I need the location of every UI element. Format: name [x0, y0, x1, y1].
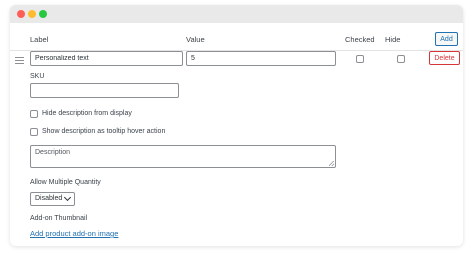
browser-window: Label Value Checked Hide Add Delete SKU …	[10, 5, 463, 246]
option-label-input[interactable]	[30, 51, 183, 66]
show-tooltip-label: Show description as tooltip hover action	[42, 128, 166, 135]
delete-button[interactable]: Delete	[429, 51, 460, 65]
close-window-dot[interactable]	[17, 10, 25, 18]
column-header-value: Value	[186, 35, 205, 44]
column-header-hide: Hide	[385, 35, 401, 44]
add-thumbnail-link[interactable]: Add product add-on image	[30, 229, 118, 238]
chevron-down-icon	[63, 193, 72, 202]
hide-description-label: Hide description from display	[42, 110, 132, 117]
hide-checkbox[interactable]	[397, 55, 405, 63]
resize-grip-icon[interactable]	[329, 161, 334, 166]
hide-description-checkbox[interactable]	[30, 110, 38, 118]
multiple-quantity-selected: Disabled	[35, 195, 63, 202]
minimize-window-dot[interactable]	[28, 10, 36, 18]
thumbnail-label: Add-on Thumbnail	[30, 215, 88, 222]
column-header-checked: Checked	[345, 35, 375, 44]
sku-label: SKU	[30, 73, 45, 80]
add-button[interactable]: Add	[435, 32, 458, 46]
maximize-window-dot[interactable]	[39, 10, 47, 18]
show-tooltip-checkbox[interactable]	[30, 128, 38, 136]
checked-checkbox[interactable]	[356, 55, 364, 63]
sku-input[interactable]	[30, 83, 179, 98]
drag-handle-icon[interactable]	[15, 57, 24, 64]
multiple-quantity-label: Allow Multiple Quantity	[30, 179, 101, 186]
description-placeholder: Description	[35, 149, 71, 156]
option-value-input[interactable]	[186, 51, 336, 66]
multiple-quantity-select[interactable]: Disabled	[30, 192, 75, 206]
window-titlebar	[10, 5, 463, 23]
description-textarea[interactable]: Description	[30, 145, 336, 168]
column-header-label: Label	[30, 35, 49, 44]
